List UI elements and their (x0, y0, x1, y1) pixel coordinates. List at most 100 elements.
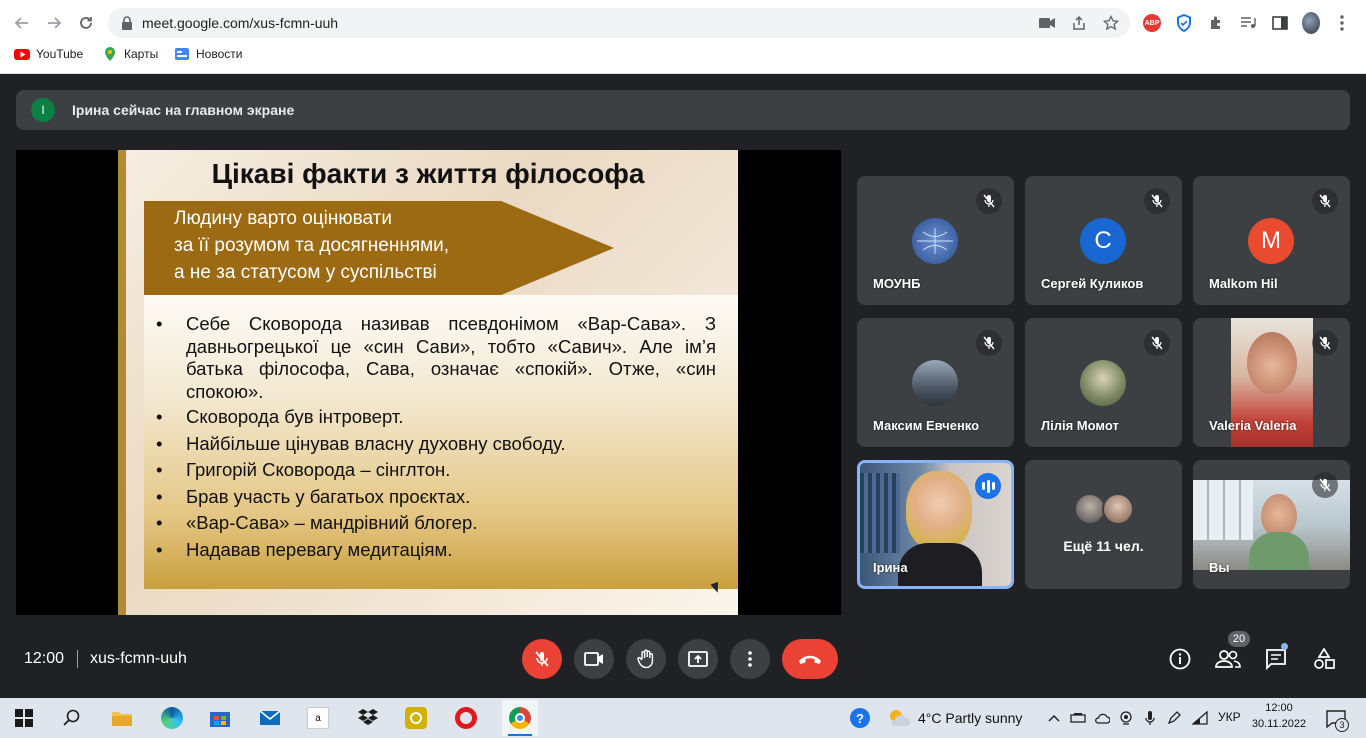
mic-off-icon (1144, 188, 1170, 214)
participant-tile[interactable]: МОУНБ (857, 176, 1014, 305)
slide-left-bar (118, 150, 126, 615)
participant-tile[interactable]: Лілія Момот (1025, 318, 1182, 447)
participant-name: Valeria Valeria (1209, 418, 1297, 433)
participant-tile-speaking[interactable]: Ірина (857, 460, 1014, 589)
participant-name: Сергей Куликов (1041, 276, 1144, 291)
wifi-icon[interactable] (1192, 710, 1208, 726)
participant-name: МОУНБ (873, 276, 921, 291)
meeting-details-button[interactable] (1166, 645, 1194, 673)
star-icon[interactable] (1102, 14, 1120, 32)
fact-item: Сковорода був інтроверт. (156, 406, 716, 429)
camera-toggle-button[interactable] (574, 639, 614, 679)
weather-text[interactable]: 4°C Partly sunny (918, 710, 1022, 726)
shield-icon[interactable] (1175, 14, 1193, 32)
participant-tile[interactable]: C Сергей Куликов (1025, 176, 1182, 305)
participant-tile[interactable]: M Malkom Hil (1193, 176, 1350, 305)
participant-tile[interactable]: Максим Евченко (857, 318, 1014, 447)
notification-count: 3 (1335, 718, 1349, 732)
mic-off-icon (1312, 472, 1338, 498)
bookmark-maps[interactable]: Карты (102, 46, 158, 62)
activities-shapes-icon (1314, 648, 1335, 669)
avatar-photo (1080, 360, 1126, 406)
help-icon[interactable]: ? (848, 706, 872, 730)
search-icon[interactable] (60, 706, 84, 730)
people-button[interactable] (1214, 645, 1242, 673)
webcam-icon[interactable] (1118, 710, 1134, 726)
mail-icon[interactable] (258, 706, 282, 730)
fact-item: «Вар-Сава» – мандрівний блогер. (156, 512, 716, 535)
windows-start-icon[interactable] (12, 706, 36, 730)
menu-dots-icon[interactable] (1333, 14, 1351, 32)
extensions-puzzle-icon[interactable] (1207, 14, 1225, 32)
presenting-banner: I Ірина сейчас на главном экране (16, 90, 1350, 130)
more-participants-tile[interactable]: Ещё 11 чел. (1025, 460, 1182, 589)
activities-button[interactable] (1310, 645, 1338, 673)
forward-icon[interactable] (42, 11, 66, 35)
leave-call-button[interactable] (782, 639, 838, 679)
banner-text: Ірина сейчас на главном экране (72, 102, 295, 118)
participant-tile-self[interactable]: Вы (1193, 460, 1350, 589)
taskbar-time[interactable]: 12:00 (1255, 702, 1303, 714)
participant-name: Максим Евченко (873, 418, 980, 433)
media-control-icon[interactable] (1239, 14, 1257, 32)
address-bar[interactable]: meet.google.com/xus-fcmn-uuh (108, 8, 1130, 38)
facts-list: Себе Сковорода називав псевдонімом «Вар-… (156, 313, 716, 565)
pen-icon[interactable] (1166, 710, 1182, 726)
adblock-icon[interactable]: ABP (1143, 14, 1161, 32)
share-icon[interactable] (1070, 14, 1088, 32)
presentation-stage[interactable]: Цікаві факти з життя філософа Людину вар… (16, 150, 841, 615)
reload-icon[interactable] (74, 11, 98, 35)
phone-hangup-icon (799, 655, 821, 664)
participant-tile[interactable]: Valeria Valeria (1193, 318, 1350, 447)
dropbox-icon[interactable] (356, 706, 380, 730)
people-icon (1215, 650, 1241, 668)
microphone-icon[interactable] (1142, 710, 1158, 726)
quote-line: за її розумом та досягненнями, (174, 235, 450, 256)
input-language[interactable]: УКР (1218, 710, 1241, 724)
edge-browser-icon[interactable] (160, 706, 184, 730)
chrome-icon[interactable] (502, 700, 538, 736)
mic-off-icon (976, 330, 1002, 356)
file-explorer-icon[interactable] (110, 706, 134, 730)
app-icon[interactable] (404, 706, 428, 730)
more-participants-label: Ещё 11 чел. (1063, 538, 1144, 554)
video-camera-icon (584, 652, 603, 666)
chevron-up-icon[interactable] (1046, 710, 1062, 726)
mic-off-icon (976, 188, 1002, 214)
microsoft-store-icon[interactable] (208, 706, 232, 730)
more-vert-icon (748, 651, 752, 667)
side-panel-icon[interactable] (1271, 14, 1289, 32)
bookmark-news[interactable]: Новости (174, 46, 242, 62)
avatar-letter: M (1248, 218, 1294, 264)
mic-toggle-button[interactable] (522, 639, 562, 679)
network-adapter-icon[interactable] (1070, 710, 1086, 726)
bookmarks-bar: YouTube Карты Новости (0, 44, 1366, 66)
avatar-photo (1102, 493, 1134, 525)
back-icon[interactable] (10, 11, 34, 35)
present-icon (688, 651, 708, 667)
camera-icon[interactable] (1038, 14, 1056, 32)
raise-hand-button[interactable] (626, 639, 666, 679)
more-options-button[interactable] (730, 639, 770, 679)
taskbar-date[interactable]: 30.11.2022 (1250, 718, 1308, 730)
meet-controls-bar: 12:00 xus-fcmn-uuh 20 (0, 620, 1366, 698)
profile-avatar-icon[interactable] (1302, 12, 1320, 34)
mic-off-icon (1312, 330, 1338, 356)
notifications-icon[interactable]: 3 (1325, 708, 1349, 732)
meet-window: I Ірина сейчас на главном экране Цікаві … (0, 74, 1366, 698)
cloud-icon[interactable] (1094, 710, 1110, 726)
quote-line: а не за статусом у суспільстві (174, 262, 437, 283)
fact-item: Брав участь у багатьох проєктах. (156, 486, 716, 509)
amazon-icon[interactable]: a (306, 706, 330, 730)
weather-partly-sunny-icon[interactable] (887, 706, 911, 730)
meeting-code: xus-fcmn-uuh (90, 650, 187, 667)
participant-name: Ірина (873, 560, 908, 575)
quote-line: Людину варто оцінювати (174, 208, 392, 229)
info-icon (1169, 648, 1191, 670)
opera-icon[interactable] (454, 706, 478, 730)
slide-title: Цікаві факти з життя філософа (211, 158, 645, 189)
news-icon (175, 48, 189, 60)
bookmark-youtube[interactable]: YouTube (14, 46, 83, 62)
participant-name: Лілія Момот (1041, 418, 1119, 433)
present-screen-button[interactable] (678, 639, 718, 679)
